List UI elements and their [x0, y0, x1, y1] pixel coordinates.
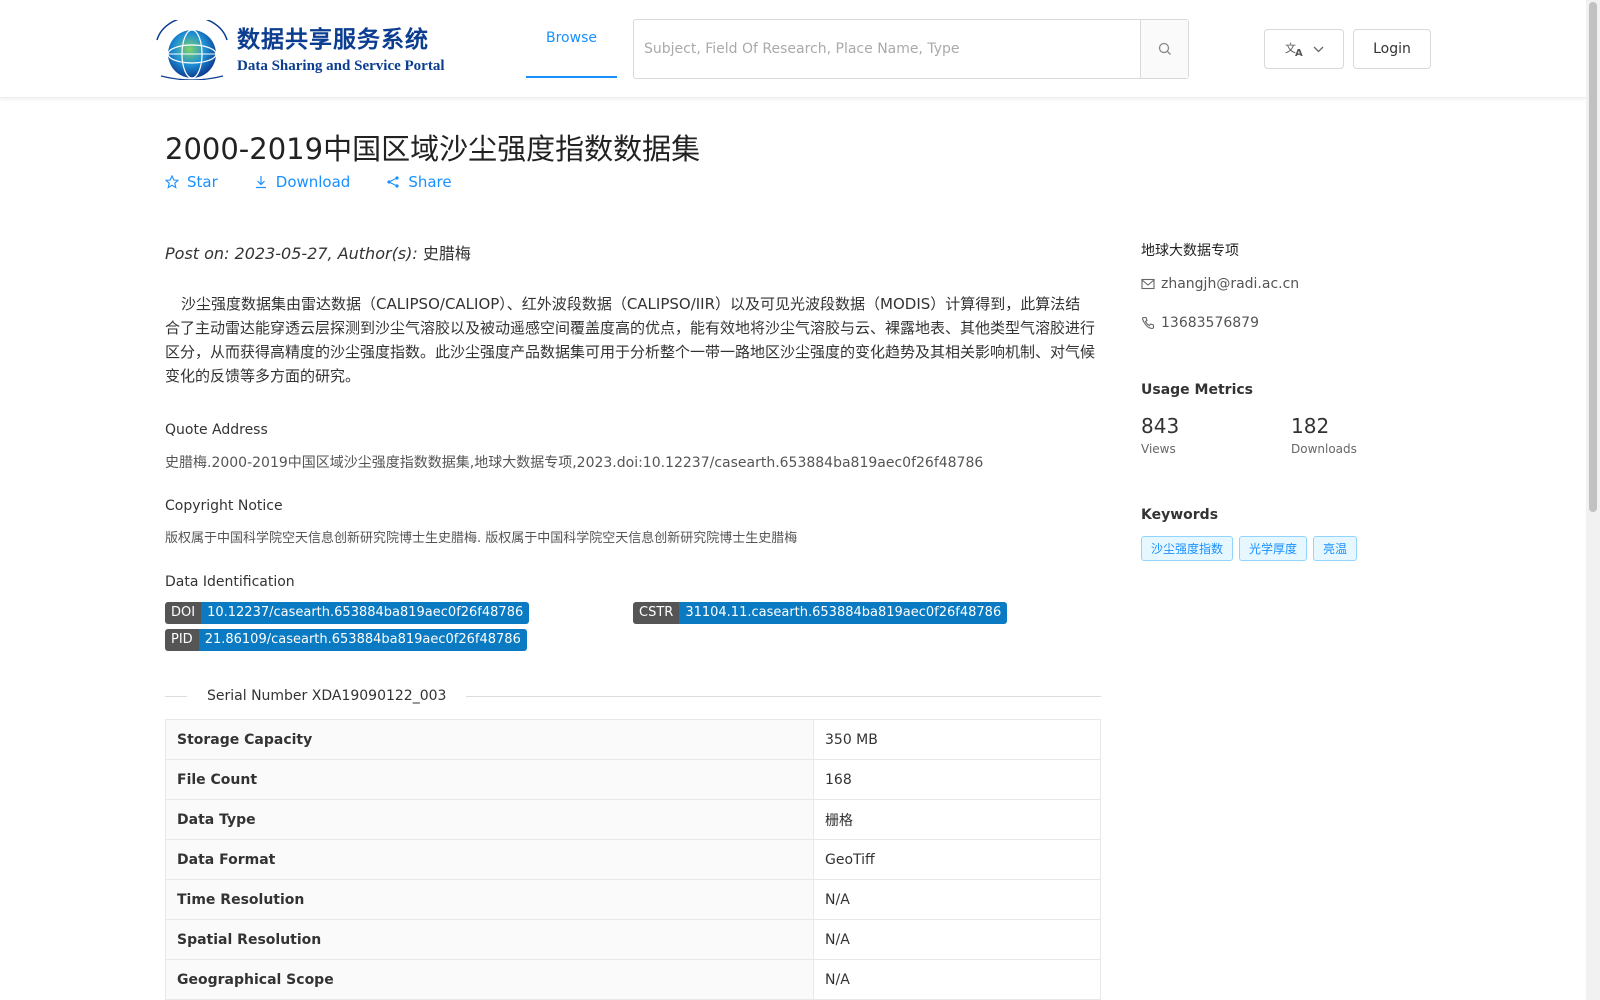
cstr-value: 31104.11.casearth.653884ba819aec0f26f487…	[679, 602, 1008, 624]
dataset-description: 沙尘强度数据集由雷达数据（CALIPSO/CALIOP）、红外波段数据（CALI…	[165, 295, 1096, 385]
data-identification-label: Data Identification	[165, 574, 295, 590]
page-scrollbar[interactable]	[1586, 0, 1600, 1000]
download-label: Download	[275, 173, 351, 191]
table-row: Data Format GeoTiff	[165, 839, 1101, 880]
meta-key: File Count	[165, 759, 814, 800]
nav-tab-browse[interactable]: Browse	[526, 0, 617, 78]
views-label: Views	[1141, 442, 1176, 456]
views-metric: 843 Views	[1141, 414, 1179, 456]
copyright-text: 版权属于中国科学院空天信息创新研究院博士生史腊梅. 版权属于中国科学院空天信息创…	[165, 531, 798, 546]
phone-icon	[1141, 316, 1155, 330]
star-button[interactable]: Star	[165, 173, 218, 191]
keywords-title: Keywords	[1141, 507, 1219, 523]
table-row: Spatial Resolution N/A	[165, 919, 1101, 960]
keyword-tag[interactable]: 光学厚度	[1239, 536, 1308, 561]
table-row: Storage Capacity 350 MB	[165, 719, 1101, 760]
pid-value: 21.86109/casearth.653884ba819aec0f26f487…	[198, 629, 527, 651]
scrollbar-thumb[interactable]	[1589, 2, 1597, 512]
download-button[interactable]: Download	[254, 173, 351, 191]
serial-number-divider: Serial Number XDA19090122_003	[165, 684, 1101, 708]
chevron-down-icon	[1313, 46, 1323, 52]
copyright-label: Copyright Notice	[165, 498, 283, 514]
mail-icon	[1141, 278, 1155, 290]
header: 数据共享服务系统 Data Sharing and Service Portal…	[0, 0, 1586, 98]
table-row: Geographical Scope N/A	[165, 959, 1101, 1000]
meta-key: Data Format	[165, 839, 814, 880]
share-icon	[387, 176, 399, 188]
quote-address-label: Quote Address	[165, 422, 268, 438]
meta-value: 350 MB	[813, 719, 1101, 760]
meta-value: 栅格	[813, 799, 1101, 840]
organization-name: 地球大数据专项	[1141, 243, 1239, 259]
meta-value: 168	[813, 759, 1101, 800]
logo-title-en: Data Sharing and Service Portal	[237, 58, 445, 74]
doi-badge[interactable]: DOI 10.12237/casearth.653884ba819aec0f26…	[165, 602, 530, 624]
download-icon	[255, 176, 266, 189]
star-label: Star	[187, 173, 218, 191]
views-count: 843	[1141, 414, 1180, 438]
downloads-metric: 182 Downloads	[1291, 414, 1357, 456]
meta-key: Geographical Scope	[165, 959, 814, 1000]
dataset-actions: Star Download Share	[165, 173, 452, 191]
site-logo[interactable]: 数据共享服务系统 Data Sharing and Service Portal	[153, 20, 445, 80]
keyword-tag[interactable]: 沙尘强度指数	[1141, 536, 1234, 561]
language-switcher[interactable]: 文 A	[1264, 29, 1344, 69]
serial-number: Serial Number XDA19090122_003	[207, 688, 447, 704]
meta-key: Time Resolution	[165, 879, 814, 920]
metadata-table: Storage Capacity 350 MB File Count 168 Dat…	[165, 719, 1101, 1000]
logo-title-cn: 数据共享服务系统	[237, 27, 429, 53]
downloads-count: 182	[1291, 414, 1330, 438]
table-row: Time Resolution N/A	[165, 879, 1101, 920]
table-row: File Count 168	[165, 759, 1101, 800]
search-button[interactable]	[1140, 20, 1188, 78]
doi-key: DOI	[165, 602, 202, 624]
cstr-key: CSTR	[633, 602, 680, 624]
search-input[interactable]	[634, 20, 1140, 78]
login-button[interactable]: Login	[1353, 29, 1431, 69]
quote-address-text: 史腊梅.2000-2019中国区域沙尘强度指数数据集,地球大数据专项,2023.…	[165, 455, 984, 471]
keywords-list: 沙尘强度指数 光学厚度 亮温	[1141, 536, 1363, 561]
meta-key: Data Type	[165, 799, 814, 840]
meta-value: N/A	[813, 919, 1101, 960]
meta-value: GeoTiff	[813, 839, 1101, 880]
svg-text:A: A	[1295, 48, 1303, 57]
keyword-tag[interactable]: 亮温	[1313, 536, 1358, 561]
downloads-label: Downloads	[1291, 442, 1357, 456]
star-icon	[165, 175, 179, 189]
pid-badge[interactable]: PID 21.86109/casearth.653884ba819aec0f26…	[165, 629, 527, 651]
table-row: Data Type 栅格	[165, 799, 1101, 840]
cstr-badge[interactable]: CSTR 31104.11.casearth.653884ba819aec0f2…	[633, 602, 1008, 624]
translate-icon: 文 A	[1285, 41, 1303, 57]
meta-key: Storage Capacity	[165, 719, 814, 760]
search-bar	[633, 19, 1189, 79]
contact-email[interactable]: zhangjh@radi.ac.cn	[1141, 276, 1299, 292]
doi-value: 10.12237/casearth.653884ba819aec0f26f487…	[201, 602, 530, 624]
post-date-label: Post on: 2023-05-27, Author(s):	[165, 244, 423, 263]
post-info: Post on: 2023-05-27, Author(s): 史腊梅	[165, 240, 471, 264]
pid-key: PID	[165, 629, 199, 651]
author-name: 史腊梅	[422, 244, 471, 263]
share-button[interactable]: Share	[386, 173, 452, 191]
contact-phone[interactable]: 13683576879	[1141, 315, 1259, 331]
globe-logo-icon	[156, 20, 228, 80]
email-text: zhangjh@radi.ac.cn	[1161, 276, 1300, 292]
share-label: Share	[408, 173, 452, 191]
phone-text: 13683576879	[1161, 315, 1259, 331]
search-icon	[1158, 42, 1171, 55]
meta-value: N/A	[813, 959, 1101, 1000]
meta-value: N/A	[813, 879, 1101, 920]
usage-metrics-title: Usage Metrics	[1141, 382, 1253, 398]
dataset-title: 2000-2019中国区域沙尘强度指数数据集	[165, 132, 701, 166]
meta-key: Spatial Resolution	[165, 919, 814, 960]
